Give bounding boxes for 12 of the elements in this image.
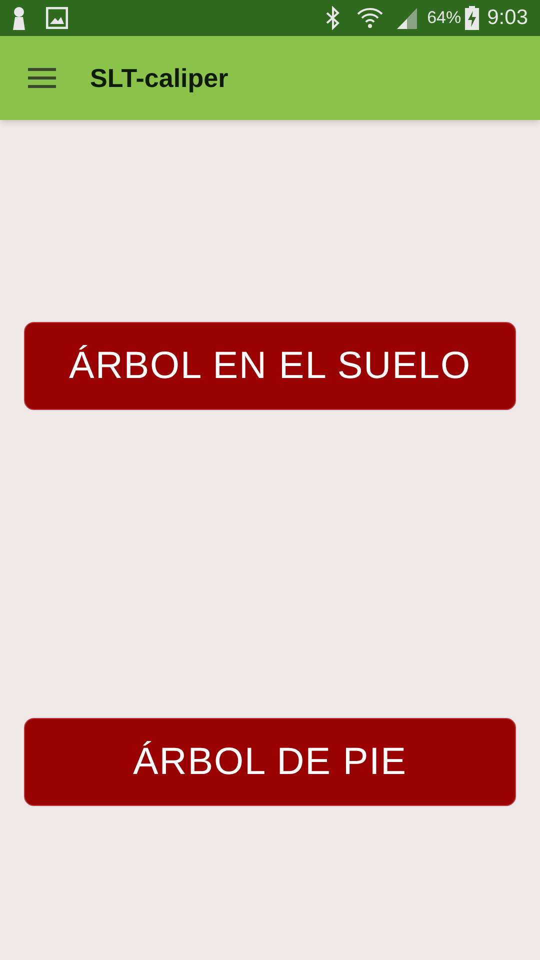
person-icon [12, 6, 26, 30]
image-icon [46, 7, 68, 29]
wifi-icon [357, 6, 384, 30]
battery-percent: 64% [427, 7, 462, 30]
menu-icon[interactable] [28, 68, 56, 88]
menu-button[interactable]: ÁRBOL EN EL SUELO [24, 322, 516, 410]
clock: 9:03 [487, 5, 528, 32]
app-title: SLT-caliper [90, 62, 228, 94]
signal-icon [395, 6, 420, 30]
bluetooth-icon [325, 6, 342, 30]
battery-charging-icon [465, 6, 480, 30]
menu-button[interactable]: ÁRBOL DE PIE [24, 718, 516, 806]
